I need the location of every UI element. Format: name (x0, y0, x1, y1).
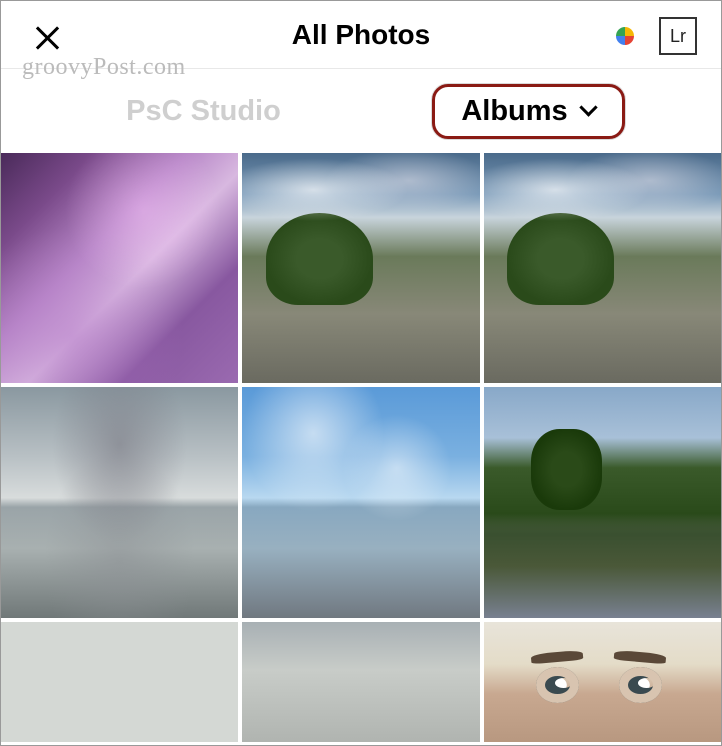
tabs-bar: PsC Studio Albums (1, 69, 721, 153)
photo-thumbnail[interactable] (1, 387, 238, 617)
lightroom-icon-label: Lr (670, 26, 686, 47)
header-actions: Lr (607, 17, 697, 55)
lightroom-icon[interactable]: Lr (659, 17, 697, 55)
google-photos-icon[interactable] (607, 18, 643, 54)
tab-albums-dropdown[interactable]: Albums (432, 84, 624, 139)
photo-thumbnail[interactable] (484, 622, 721, 742)
chevron-down-icon (580, 101, 596, 117)
photo-thumbnail[interactable] (1, 622, 238, 742)
photo-thumbnail[interactable] (242, 622, 479, 742)
watermark-text: groovyPost.com (22, 54, 186, 81)
photo-thumbnail[interactable] (1, 153, 238, 383)
photo-thumbnail[interactable] (484, 153, 721, 383)
tab-albums-label: Albums (461, 95, 567, 128)
photo-thumbnail[interactable] (484, 387, 721, 617)
page-title: All Photos (292, 19, 430, 51)
photo-grid (1, 153, 721, 742)
close-icon[interactable] (33, 25, 61, 53)
photo-thumbnail[interactable] (242, 387, 479, 617)
tab-psc-studio[interactable]: PsC Studio (31, 95, 366, 128)
photo-thumbnail[interactable] (242, 153, 479, 383)
